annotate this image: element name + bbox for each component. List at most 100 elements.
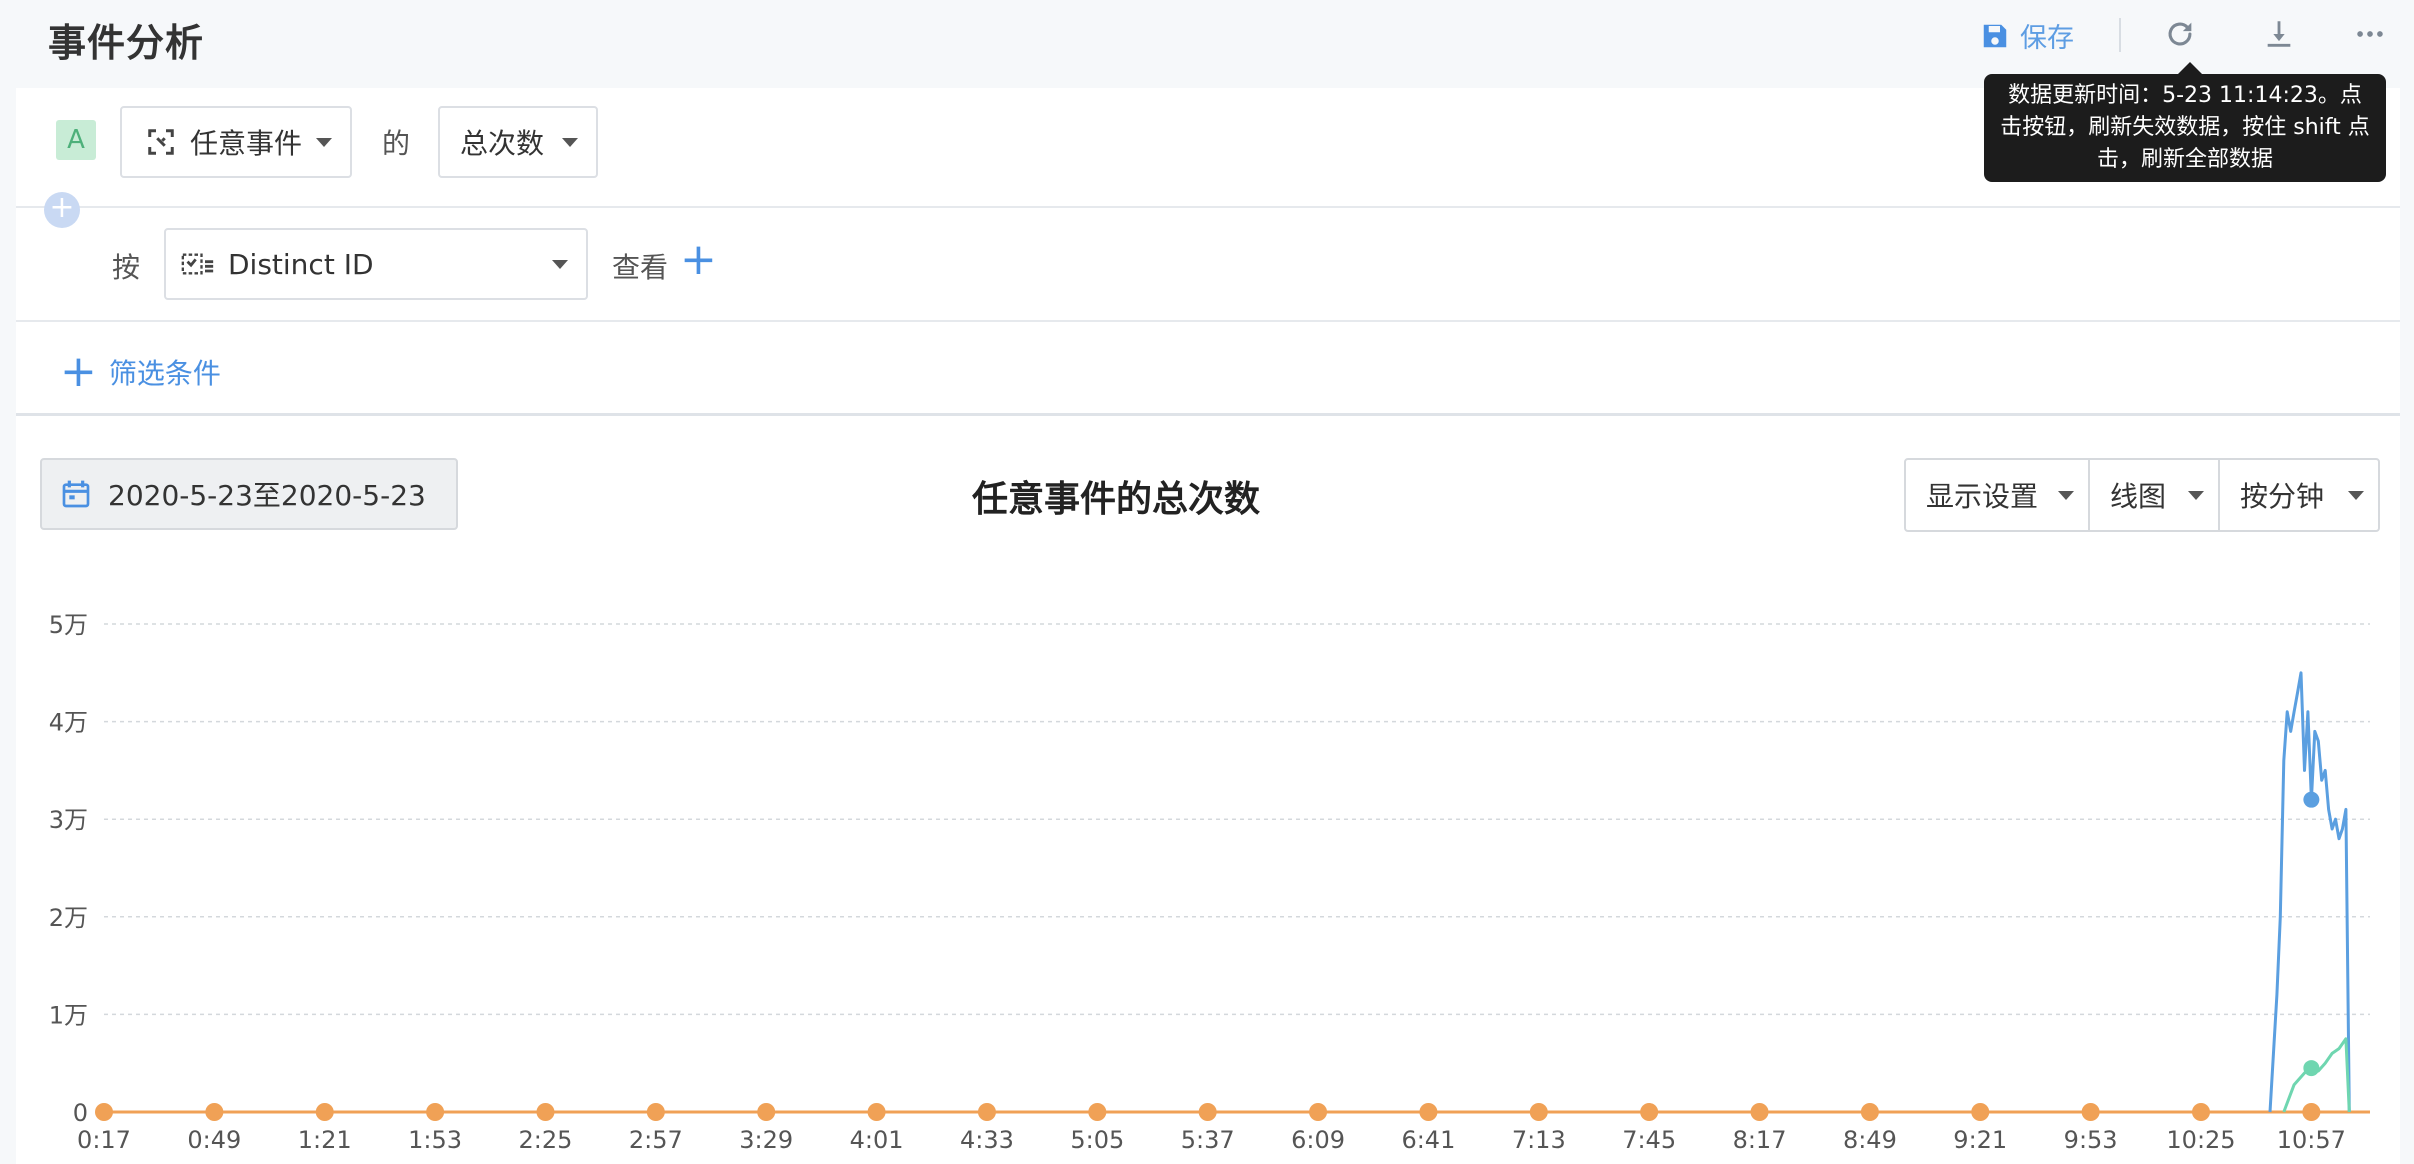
x-tick-label: 3:29 [739, 1126, 793, 1154]
group-by-row: 按 Distinct ID 查看 + [16, 210, 2400, 322]
divider [2119, 18, 2121, 52]
data-point [1088, 1103, 1107, 1121]
filter-row: + 筛选条件 [16, 324, 2400, 416]
chart-controls: 显示设置 线图 按分钟 [1904, 458, 2380, 532]
data-point [757, 1103, 776, 1121]
x-tick-label: 4:33 [960, 1126, 1014, 1154]
y-tick-label: 5万 [49, 611, 88, 639]
date-range-value: 2020-5-23至2020-5-23 [108, 479, 426, 512]
chevron-down-icon [562, 138, 578, 147]
granularity-label: 按分钟 [2240, 480, 2325, 513]
series-line-2 [2282, 1037, 2351, 1113]
x-tick-label: 2:57 [629, 1126, 683, 1154]
x-tick-label: 10:25 [2166, 1126, 2235, 1154]
chevron-down-icon [2348, 491, 2364, 500]
metric-select-value: 总次数 [460, 127, 545, 160]
y-tick-label: 3万 [49, 806, 88, 834]
of-label: 的 [382, 127, 411, 160]
data-point [426, 1103, 445, 1121]
data-point [2303, 1060, 2320, 1077]
data-point [977, 1103, 996, 1121]
event-select-value: 任意事件 [190, 127, 303, 160]
save-button[interactable]: 保存 [1980, 16, 2074, 55]
granularity-dropdown[interactable]: 按分钟 [2220, 460, 2378, 530]
data-point [1971, 1103, 1990, 1121]
y-tick-label: 4万 [49, 709, 88, 737]
plus-icon: + [60, 346, 97, 397]
data-point [1419, 1103, 1438, 1121]
data-point [2303, 791, 2320, 808]
data-point [536, 1103, 555, 1121]
download-icon [2267, 21, 2291, 47]
x-tick-label: 2:25 [519, 1126, 573, 1154]
data-point [1198, 1103, 1217, 1121]
add-group-icon[interactable]: + [680, 238, 717, 282]
refresh-icon [2168, 22, 2192, 46]
chart-type-label: 线图 [2110, 480, 2167, 513]
x-tick-label: 0:17 [77, 1126, 131, 1154]
data-point [1860, 1103, 1879, 1121]
chart-type-dropdown[interactable]: 线图 [2090, 460, 2220, 530]
chevron-down-icon [316, 138, 332, 147]
series-badge: A [56, 120, 96, 160]
data-point [1750, 1103, 1769, 1121]
metric-select[interactable]: 总次数 [438, 106, 598, 178]
x-tick-label: 0:49 [187, 1126, 241, 1154]
chevron-down-icon [552, 260, 568, 269]
data-point [95, 1103, 113, 1121]
data-point [205, 1103, 224, 1121]
save-label: 保存 [2020, 23, 2074, 54]
x-tick-label: 7:45 [1622, 1126, 1676, 1154]
line-chart: 0 1万 2万 3万 4万 5万 0:17 0:49 1:21 1:53 2:25 2:57 3:29 4… [49, 611, 2370, 1154]
x-tick-label: 1:53 [408, 1126, 462, 1154]
calendar-icon [62, 480, 90, 508]
add-filter-label: 筛选条件 [108, 357, 221, 390]
page-title: 事件分析 [48, 21, 205, 65]
x-tick-label: 6:09 [1291, 1126, 1345, 1154]
display-settings-dropdown[interactable]: 显示设置 [1906, 460, 2090, 530]
add-metric-icon[interactable]: + [44, 192, 80, 228]
data-point [2302, 1103, 2321, 1121]
data-point [315, 1103, 334, 1121]
add-filter-button[interactable]: + 筛选条件 [60, 346, 221, 397]
y-tick-label: 2万 [49, 904, 88, 932]
data-point [867, 1103, 886, 1121]
event-select[interactable]: 任意事件 [120, 106, 352, 178]
date-range-picker[interactable]: 2020-5-23至2020-5-23 [40, 458, 458, 530]
group-by-select[interactable]: Distinct ID [164, 228, 588, 300]
x-tick-label: 8:17 [1733, 1126, 1787, 1154]
x-tick-label: 9:53 [2064, 1126, 2118, 1154]
data-point [1529, 1103, 1548, 1121]
series-line-1 [2268, 671, 2351, 1113]
view-label: 查看 [612, 251, 669, 284]
x-tick-label: 4:01 [850, 1126, 904, 1154]
property-icon [181, 253, 214, 275]
refresh-button[interactable] [2160, 14, 2200, 54]
x-tick-label: 5:05 [1070, 1126, 1124, 1154]
event-icon [148, 129, 174, 155]
x-tick-label: 6:41 [1401, 1126, 1455, 1154]
data-point [1640, 1103, 1659, 1121]
x-tick-label: 8:49 [1843, 1126, 1897, 1154]
x-tick-label: 7:13 [1512, 1126, 1566, 1154]
y-tick-label: 0 [73, 1099, 88, 1127]
chevron-down-icon [2188, 491, 2204, 500]
chevron-down-icon [2058, 491, 2074, 500]
data-point [1309, 1103, 1328, 1121]
data-point [646, 1103, 665, 1121]
save-icon [1983, 24, 2007, 47]
data-point [2191, 1103, 2210, 1121]
more-button[interactable] [2350, 14, 2390, 54]
display-settings-label: 显示设置 [1926, 480, 2039, 513]
by-label: 按 [112, 251, 141, 284]
group-by-value: Distinct ID [228, 247, 374, 281]
more-icon [2357, 31, 2383, 37]
x-tick-label: 10:57 [2277, 1126, 2346, 1154]
data-point [2081, 1103, 2100, 1121]
x-tick-label: 5:37 [1181, 1126, 1235, 1154]
x-tick-label: 9:21 [1953, 1126, 2007, 1154]
refresh-tooltip: 数据更新时间：5-23 11:14:23。点击按钮，刷新失效数据，按住 shif… [1984, 62, 2386, 182]
download-button[interactable] [2259, 14, 2299, 54]
y-tick-label: 1万 [49, 1001, 88, 1029]
x-tick-label: 1:21 [298, 1126, 352, 1154]
